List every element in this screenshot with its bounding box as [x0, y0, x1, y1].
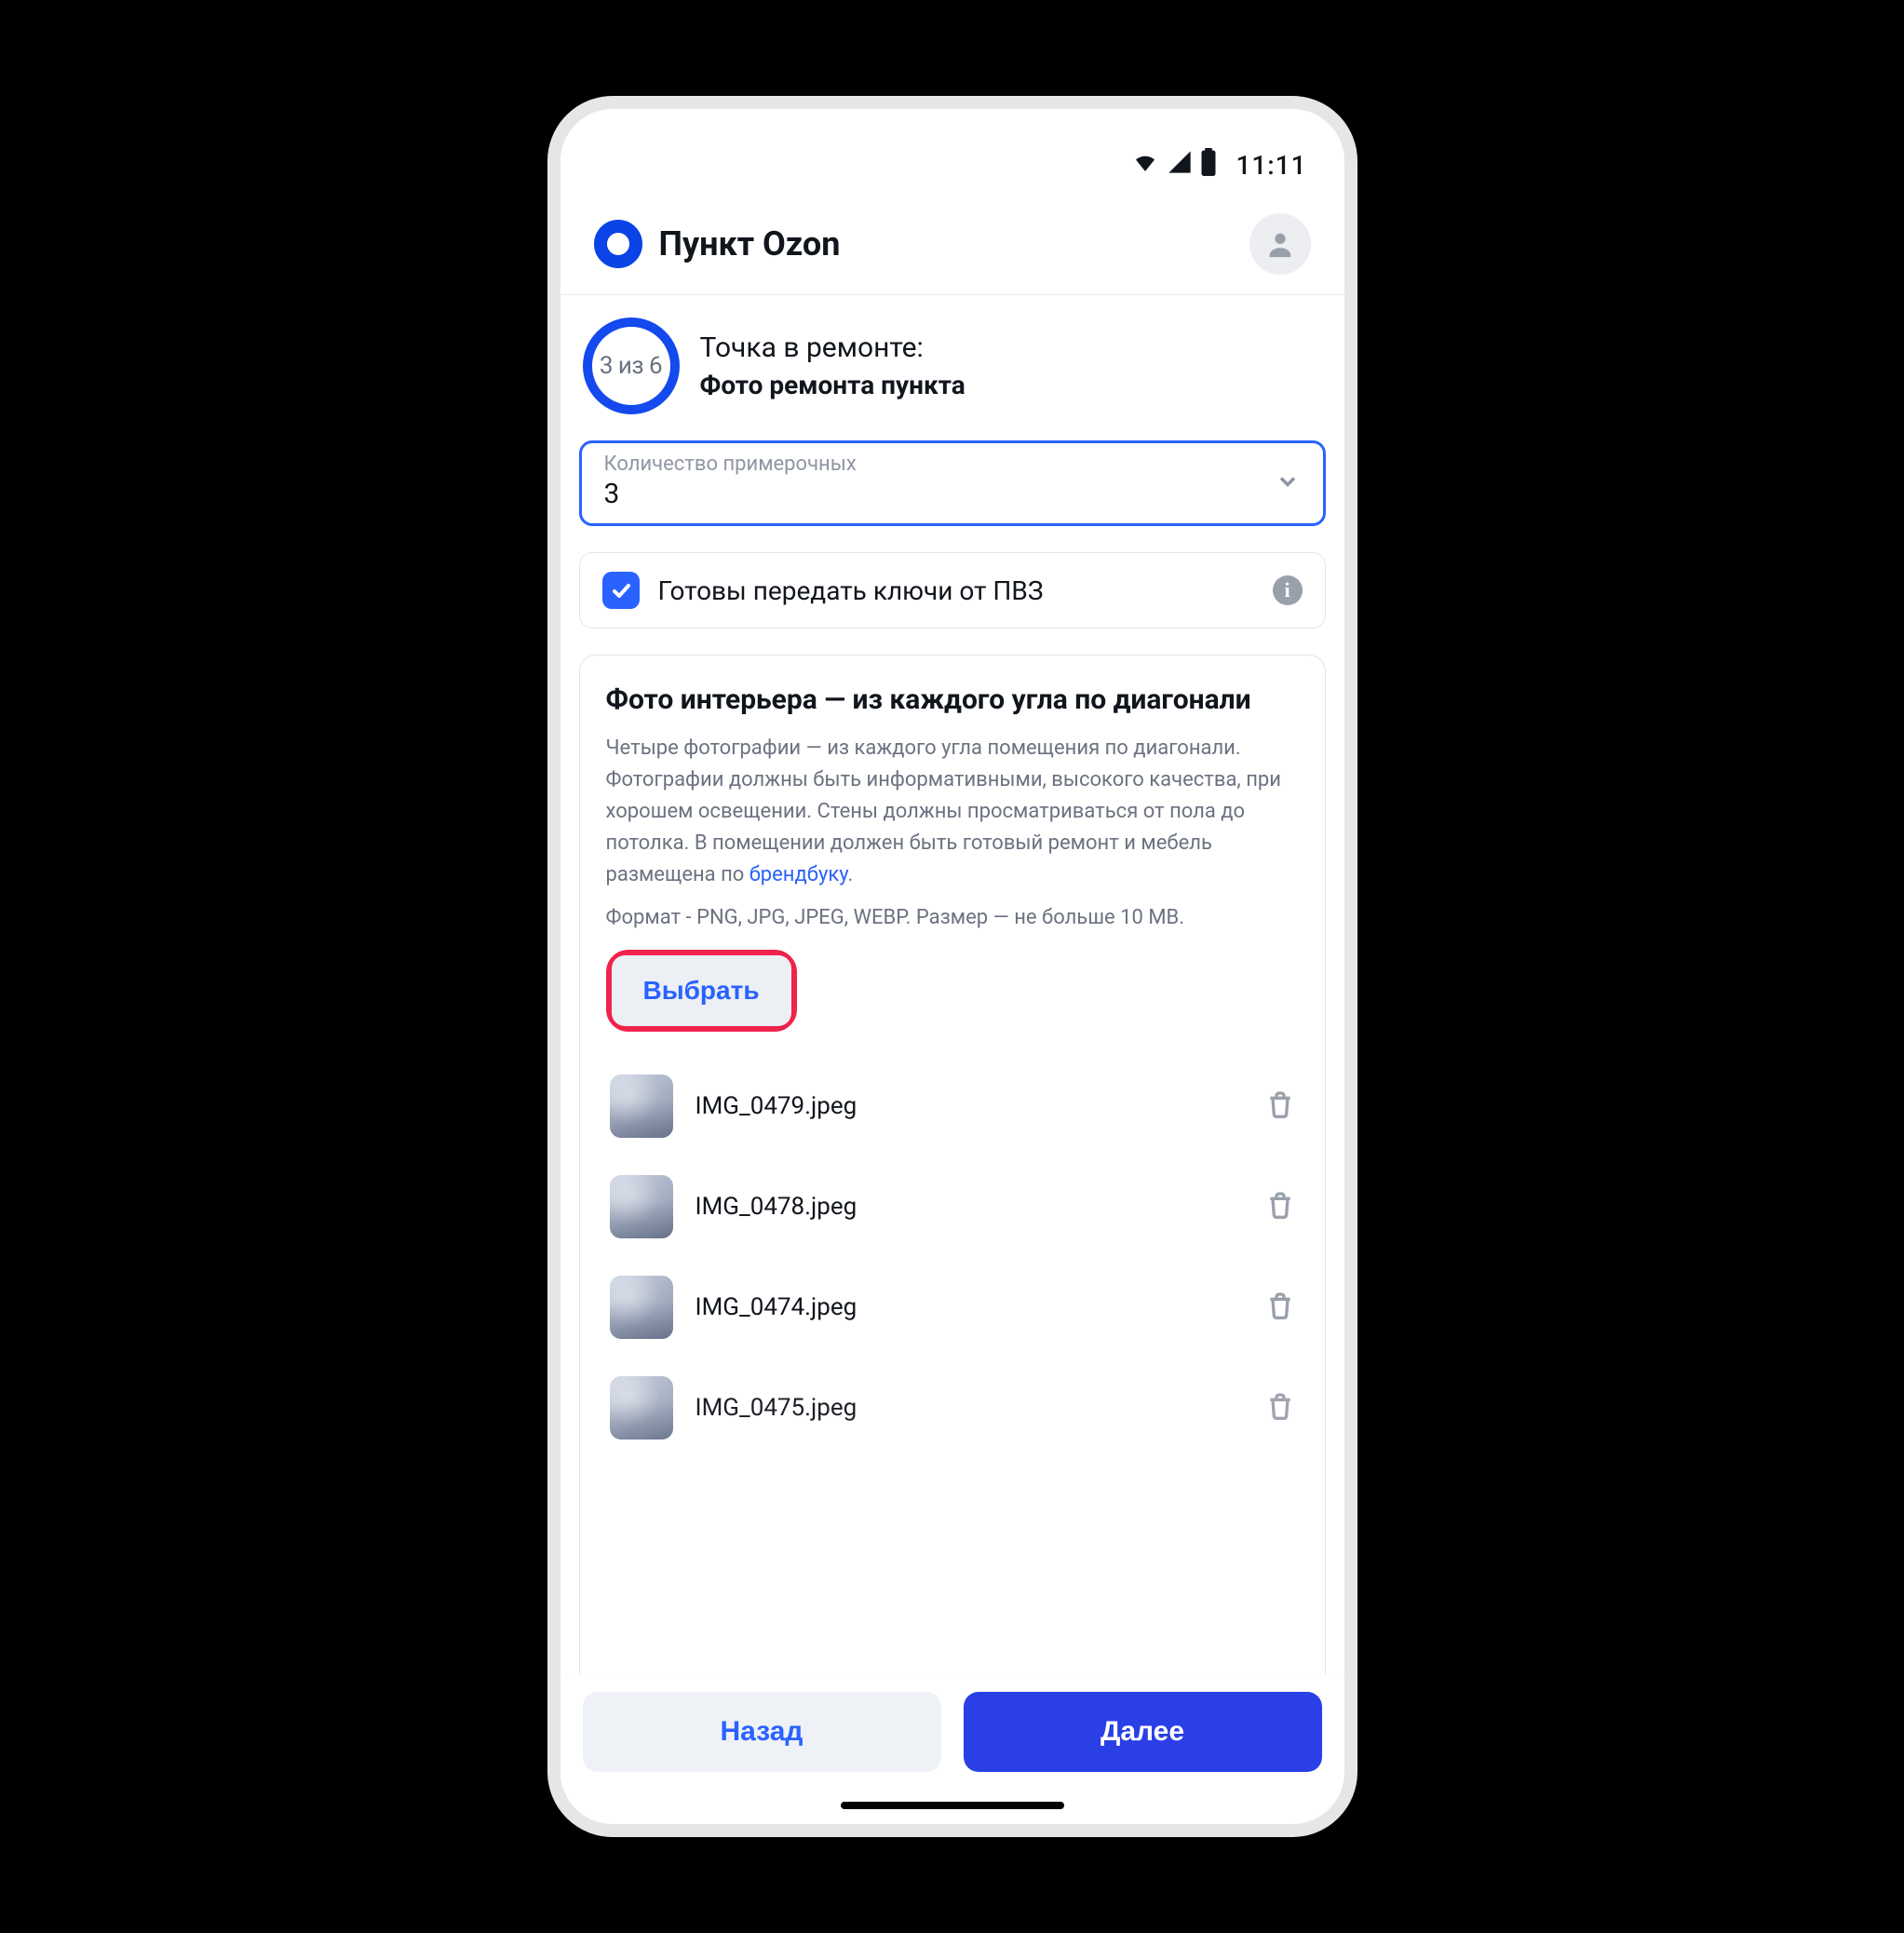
chevron-down-icon: [1275, 468, 1301, 498]
file-name: IMG_0474.jpeg: [695, 1293, 1243, 1321]
wifi-icon: [1131, 148, 1159, 182]
file-row: IMG_0478.jpeg: [606, 1156, 1299, 1257]
upload-desc-suffix: .: [848, 863, 854, 886]
delete-file-button[interactable]: [1265, 1291, 1295, 1324]
app-header: Пункт Ozon: [560, 193, 1344, 295]
keys-label: Готовы передать ключи от ПВЗ: [658, 575, 1254, 606]
status-bar: 11:11: [560, 109, 1344, 193]
keys-checkbox-row[interactable]: Готовы передать ключи от ПВЗ i: [579, 552, 1326, 629]
fitting-rooms-value: 3: [604, 478, 1301, 510]
file-name: IMG_0475.jpeg: [695, 1394, 1243, 1422]
trash-icon: [1265, 1190, 1295, 1220]
brandbook-link[interactable]: брендбуку: [749, 863, 848, 886]
battery-icon: [1200, 148, 1217, 182]
fitting-rooms-select[interactable]: Количество примерочных 3: [579, 440, 1326, 526]
file-thumbnail: [610, 1175, 673, 1238]
delete-file-button[interactable]: [1265, 1089, 1295, 1123]
ozon-logo-icon: [594, 220, 642, 268]
file-name: IMG_0478.jpeg: [695, 1193, 1243, 1221]
choose-file-button[interactable]: Выбрать: [612, 955, 791, 1026]
step-progress-label: 3 из 6: [600, 352, 662, 380]
file-thumbnail: [610, 1075, 673, 1138]
home-indicator[interactable]: [841, 1802, 1064, 1809]
file-row: IMG_0475.jpeg: [606, 1358, 1299, 1458]
upload-description: Четыре фотографии — из каждого угла поме…: [606, 733, 1299, 891]
app-title: Пункт Ozon: [659, 224, 1233, 264]
step-subtitle: Фото ремонта пункта: [700, 370, 966, 400]
cellular-icon: [1167, 149, 1193, 182]
trash-icon: [1265, 1291, 1295, 1320]
check-icon: [610, 579, 632, 602]
keys-checkbox[interactable]: [602, 572, 640, 609]
choose-button-highlight: Выбрать: [606, 950, 797, 1032]
info-icon[interactable]: i: [1273, 575, 1303, 605]
file-row: IMG_0479.jpeg: [606, 1056, 1299, 1156]
file-row: IMG_0474.jpeg: [606, 1257, 1299, 1358]
delete-file-button[interactable]: [1265, 1190, 1295, 1223]
trash-icon: [1265, 1089, 1295, 1119]
file-thumbnail: [610, 1376, 673, 1440]
status-time: 11:11: [1236, 150, 1306, 181]
step-indicator: 3 из 6 Точка в ремонте: Фото ремонта пун…: [579, 314, 1326, 414]
back-button[interactable]: Назад: [583, 1692, 941, 1772]
step-progress-circle: 3 из 6: [583, 318, 680, 414]
person-icon: [1264, 228, 1296, 260]
content: 3 из 6 Точка в ремонте: Фото ремонта пун…: [560, 295, 1344, 1824]
profile-button[interactable]: [1249, 213, 1311, 275]
upload-card: Фото интерьера — из каждого угла по диаг…: [579, 655, 1326, 1824]
upload-desc-text: Четыре фотографии — из каждого угла поме…: [606, 737, 1281, 886]
next-button[interactable]: Далее: [964, 1692, 1322, 1772]
upload-title: Фото интерьера — из каждого угла по диаг…: [606, 682, 1299, 720]
step-supertitle: Точка в ремонте:: [700, 331, 966, 364]
phone-frame: 11:11 Пункт Ozon 3 из 6 Точка в ремонте:…: [547, 96, 1357, 1837]
trash-icon: [1265, 1391, 1295, 1421]
file-name: IMG_0479.jpeg: [695, 1092, 1243, 1120]
step-copy: Точка в ремонте: Фото ремонта пункта: [700, 331, 966, 400]
fitting-rooms-label: Количество примерочных: [604, 453, 1301, 476]
upload-format-hint: Формат - PNG, JPG, JPEG, WEBP. Размер — …: [606, 906, 1299, 929]
delete-file-button[interactable]: [1265, 1391, 1295, 1425]
file-thumbnail: [610, 1276, 673, 1339]
